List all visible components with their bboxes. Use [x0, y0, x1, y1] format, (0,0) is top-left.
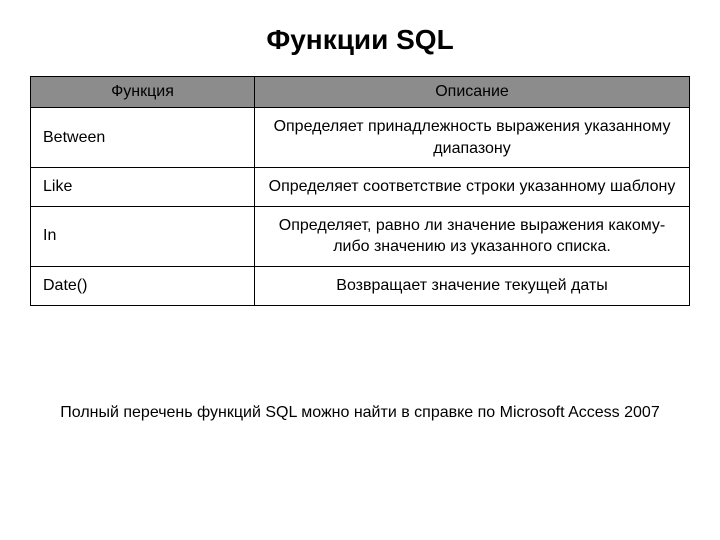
cell-description: Определяет, равно ли значение выражения … [255, 206, 690, 266]
table-row: In Определяет, равно ли значение выражен… [31, 206, 690, 266]
cell-description: Возвращает значение текущей даты [255, 266, 690, 305]
sql-functions-table: Функция Описание Between Определяет прин… [30, 76, 690, 306]
page-title: Функции SQL [0, 0, 720, 76]
cell-function: In [31, 206, 255, 266]
table-row: Between Определяет принадлежность выраже… [31, 108, 690, 168]
cell-description: Определяет соответствие строки указанном… [255, 168, 690, 207]
footnote-text: Полный перечень функций SQL можно найти … [0, 404, 720, 422]
table-wrap: Функция Описание Between Определяет прин… [0, 76, 720, 306]
table-row: Like Определяет соответствие строки указ… [31, 168, 690, 207]
table-header-row: Функция Описание [31, 77, 690, 108]
table-row: Date() Возвращает значение текущей даты [31, 266, 690, 305]
cell-function: Between [31, 108, 255, 168]
header-function: Функция [31, 77, 255, 108]
cell-description: Определяет принадлежность выражения указ… [255, 108, 690, 168]
header-description: Описание [255, 77, 690, 108]
cell-function: Date() [31, 266, 255, 305]
cell-function: Like [31, 168, 255, 207]
